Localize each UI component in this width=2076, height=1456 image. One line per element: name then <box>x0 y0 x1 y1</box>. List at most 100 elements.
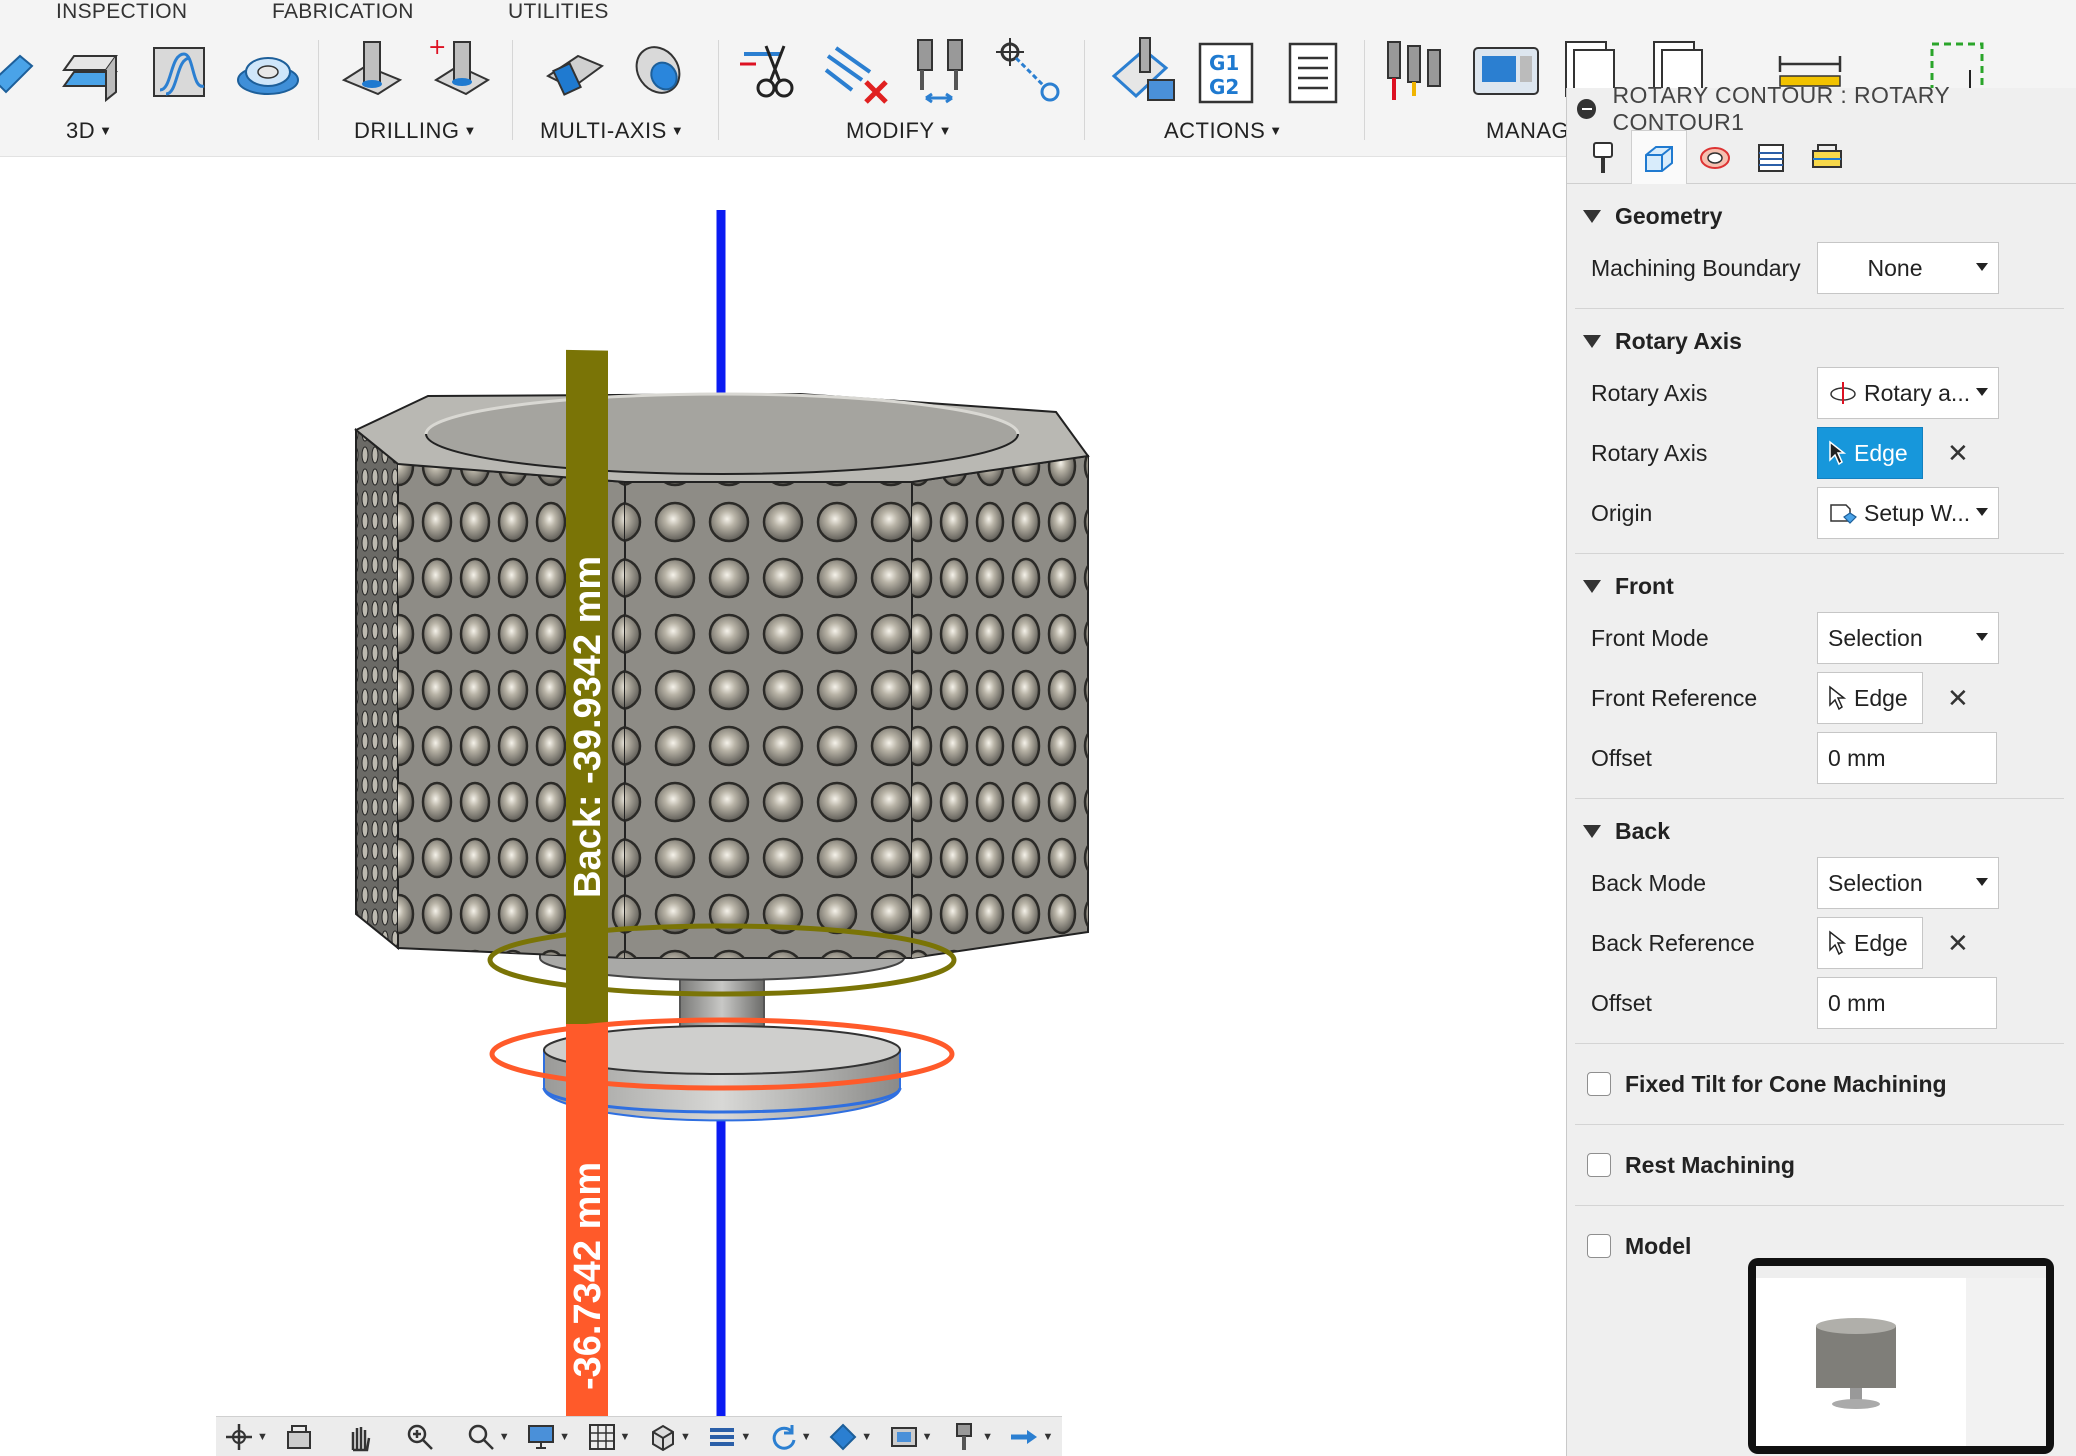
front-header[interactable]: Front <box>1575 564 2064 608</box>
group-actions[interactable]: ACTIONS ▼ <box>1164 118 1283 144</box>
group-3d[interactable]: 3D ▼ <box>66 118 113 144</box>
machining-boundary-select[interactable]: None <box>1817 242 1999 294</box>
model-label: Model <box>1625 1232 1692 1259</box>
3d-contour-icon[interactable] <box>146 36 218 108</box>
trim-scissors-icon[interactable] <box>736 36 808 108</box>
front-mode-select[interactable]: Selection <box>1817 612 1999 664</box>
setup-sheet-icon[interactable] <box>1276 36 1348 108</box>
tab-fabrication[interactable]: FABRICATION <box>272 0 414 24</box>
collapse-icon[interactable] <box>1577 99 1597 119</box>
rotary-axis-header[interactable]: Rotary Axis <box>1575 319 2064 363</box>
g2-text: G2 <box>1209 75 1239 99</box>
toolpath-display[interactable]: ▼ <box>1009 1421 1061 1453</box>
simulate-icon[interactable] <box>1108 36 1180 108</box>
back-offset-label: Offset <box>1591 989 1652 1016</box>
move-points-icon[interactable] <box>994 36 1066 108</box>
tool-display[interactable]: ▼ <box>949 1421 1001 1453</box>
back-reference-edge-button[interactable]: Edge <box>1817 917 1923 969</box>
group-manage[interactable]: MANAG <box>1486 118 1569 144</box>
tool-library-icon[interactable] <box>1382 36 1454 108</box>
clear-back-reference-icon[interactable]: ✕ <box>1947 928 1969 959</box>
clear-rotary-axis-icon[interactable]: ✕ <box>1947 438 1969 469</box>
grid-settings[interactable]: ▼ <box>587 1421 639 1453</box>
front-offset-input[interactable]: 0 mm <box>1817 732 1997 784</box>
group-drilling[interactable]: DRILLING ▼ <box>354 118 477 144</box>
dropdown-caret-icon <box>1976 263 1988 271</box>
setup-origin-icon <box>1830 504 1857 524</box>
section-analysis[interactable]: ▼ <box>707 1421 759 1453</box>
model-canvas[interactable]: Back: -39.9342 mm -36.7342 mm <box>0 158 1566 1456</box>
look-at-tool[interactable] <box>284 1421 336 1453</box>
fit-icon <box>468 1424 494 1450</box>
back-offset-input[interactable]: 0 mm <box>1817 977 1997 1029</box>
model-checkbox[interactable] <box>1587 1234 1611 1258</box>
rotary-axis-select[interactable]: Rotary a... <box>1817 367 1999 419</box>
front-mode-label: Front Mode <box>1591 624 1709 651</box>
3d-scallop-icon[interactable] <box>232 36 304 108</box>
expand-triangle-icon <box>1583 824 1601 838</box>
tab-passes[interactable] <box>1743 131 1799 183</box>
viewports[interactable]: ▼ <box>647 1421 699 1453</box>
grid-icon <box>588 1423 615 1450</box>
model-viewport[interactable]: Back: -39.9342 mm -36.7342 mm <box>0 158 1566 1456</box>
tab-geometry[interactable] <box>1631 130 1687 184</box>
geometry-header[interactable]: Geometry <box>1575 194 2064 238</box>
3d-horizontal-icon[interactable] <box>60 36 132 108</box>
geometry-section: Geometry Machining Boundary None <box>1575 184 2064 309</box>
back-mode-select[interactable]: Selection <box>1817 857 1999 909</box>
back-reference-label: Back Reference <box>1591 929 1755 956</box>
rest-machining-checkbox[interactable] <box>1587 1153 1611 1177</box>
thumbnail-screen <box>1756 1266 2046 1446</box>
back-header[interactable]: Back <box>1575 809 2064 853</box>
rotary-axis-edge-button[interactable]: Edge <box>1817 427 1923 479</box>
tab-tool[interactable] <box>1575 131 1631 183</box>
tab-inspection[interactable]: INSPECTION <box>56 0 187 24</box>
zoom-tool[interactable] <box>405 1421 457 1453</box>
zoom-icon <box>408 1424 434 1450</box>
group-modify[interactable]: MODIFY ▼ <box>846 118 952 144</box>
fixed-tilt-label: Fixed Tilt for Cone Machining <box>1625 1070 1947 1097</box>
post-process-icon[interactable]: G1 G2 <box>1190 36 1262 108</box>
shaded-cube-icon <box>829 1423 857 1450</box>
visual-style[interactable]: ▼ <box>828 1421 880 1453</box>
rotary-axis-label: Rotary Axis <box>1591 379 1708 406</box>
cube-icon <box>651 1424 674 1451</box>
tab-linking[interactable] <box>1799 131 1855 183</box>
3d-pocket-icon[interactable] <box>0 36 62 108</box>
clear-front-reference-icon[interactable]: ✕ <box>1947 683 1969 714</box>
far-left-face <box>355 427 399 951</box>
tool-icon <box>1593 141 1613 173</box>
tool-icon <box>956 1422 973 1450</box>
separator <box>1364 40 1365 140</box>
back-label: Back: -39.9342 mm <box>567 556 609 898</box>
machine-library-icon[interactable] <box>1470 36 1542 108</box>
dialog-tabs <box>1567 130 2076 184</box>
display-settings[interactable]: ▼ <box>526 1421 578 1453</box>
delete-toolpath-icon[interactable] <box>822 36 894 108</box>
fixed-tilt-checkbox[interactable] <box>1587 1072 1611 1096</box>
tool-orientation-icon[interactable] <box>908 36 980 108</box>
cursor-arrow-icon <box>1829 440 1846 466</box>
rotary-icon[interactable] <box>538 36 610 108</box>
orbit-tool[interactable]: ▼ <box>224 1421 276 1453</box>
stock-display[interactable]: ▼ <box>889 1421 941 1453</box>
origin-label: Origin <box>1591 499 1653 526</box>
toolpath-arrow-icon <box>1011 1429 1038 1444</box>
pan-tool[interactable] <box>345 1421 397 1453</box>
swarf-icon[interactable] <box>624 36 696 108</box>
tab-utilities[interactable]: UTILITIES <box>508 0 609 24</box>
hole-recognition-icon[interactable]: + <box>424 36 496 108</box>
machining-boundary-label: Machining Boundary <box>1591 254 1801 281</box>
front-reference-edge-button[interactable]: Edge <box>1817 672 1923 724</box>
rotate-icon <box>772 1424 796 1450</box>
dialog-header: ROTARY CONTOUR : ROTARY CONTOUR1 <box>1567 82 2076 135</box>
group-multi-axis[interactable]: MULTI-AXIS ▼ <box>540 118 684 144</box>
fit-tool[interactable]: ▼ <box>466 1421 518 1453</box>
screenshot-thumbnail[interactable] <box>1748 1258 2054 1454</box>
drill-icon[interactable] <box>336 36 408 108</box>
rotate-view[interactable]: ▼ <box>768 1421 820 1453</box>
separator <box>1084 40 1085 140</box>
separator <box>718 40 719 140</box>
origin-select[interactable]: Setup W... <box>1817 487 1999 539</box>
tab-heights[interactable] <box>1687 131 1743 183</box>
